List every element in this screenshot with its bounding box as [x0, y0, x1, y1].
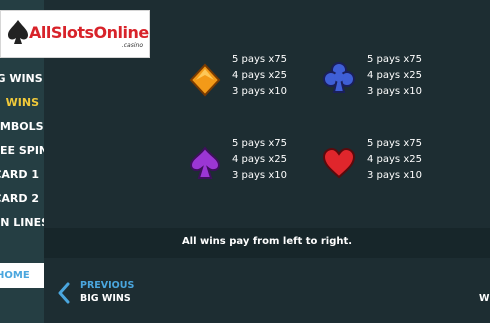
menu-item-free-spins[interactable]: FREE SPINS	[0, 144, 44, 157]
logo-subtext: .casino	[121, 42, 143, 49]
menu-item-win-lines[interactable]: WIN LINES	[0, 216, 44, 229]
previous-label[interactable]: PREVIOUS	[80, 280, 134, 291]
next-target[interactable]: WINS	[479, 293, 490, 304]
pay-line: 4 pays x25	[232, 70, 287, 81]
pay-line: 3 pays x10	[232, 86, 287, 97]
pay-line: 5 pays x75	[367, 138, 422, 149]
pay-line: 3 pays x10	[367, 170, 422, 181]
pay-line: 3 pays x10	[367, 86, 422, 97]
chevron-left-icon[interactable]	[57, 282, 71, 304]
footer-band: All wins pay from left to right.	[44, 228, 490, 258]
menu-item-symbols[interactable]: SYMBOLS	[0, 120, 44, 133]
diamond-paytable: 5 pays x75 4 pays x25 3 pays x10	[232, 52, 287, 100]
heart-icon	[322, 147, 356, 179]
menu-item-big-wins[interactable]: BIG WINS	[0, 72, 44, 85]
spade-logo-icon	[8, 20, 28, 44]
footer-note: All wins pay from left to right.	[181, 236, 353, 247]
heart-paytable: 5 pays x75 4 pays x25 3 pays x10	[367, 136, 422, 184]
previous-target[interactable]: BIG WINS	[80, 293, 131, 304]
club-icon	[323, 62, 355, 93]
spade-paytable: 5 pays x75 4 pays x25 3 pays x10	[232, 136, 287, 184]
pay-line: 4 pays x25	[232, 154, 287, 165]
spade-icon	[189, 146, 221, 179]
allslotsonline-logo: AllSlotsOnline .casino	[0, 10, 150, 58]
pay-line: 5 pays x75	[232, 138, 287, 149]
pay-line: 3 pays x10	[232, 170, 287, 181]
club-paytable: 5 pays x75 4 pays x25 3 pays x10	[367, 52, 422, 100]
home-label: HOME	[0, 270, 30, 281]
diamond-icon	[189, 63, 221, 97]
pay-line: 5 pays x75	[232, 54, 287, 65]
menu-item-card-2[interactable]: CARD 2	[0, 192, 44, 205]
menu-item-wins[interactable]: WINS	[0, 96, 44, 109]
pay-line: 4 pays x25	[367, 70, 422, 81]
pay-line: 5 pays x75	[367, 54, 422, 65]
home-tab[interactable]: HOME	[0, 263, 44, 288]
pay-line: 4 pays x25	[367, 154, 422, 165]
logo-text: AllSlotsOnline	[29, 23, 149, 42]
menu-item-card-1[interactable]: CARD 1	[0, 168, 44, 181]
